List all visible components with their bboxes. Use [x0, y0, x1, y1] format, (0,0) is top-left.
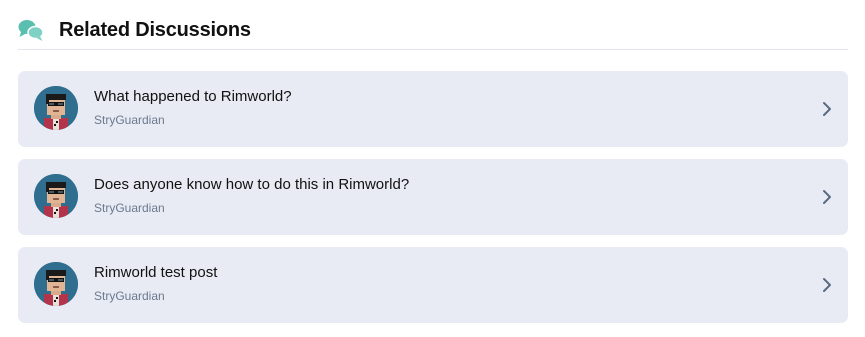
chat-bubbles-icon	[18, 17, 44, 43]
avatar	[34, 86, 78, 130]
discussion-author: StryGuardian	[94, 201, 165, 215]
discussion-list: What happened to Rimworld? StryGuardian	[18, 71, 848, 335]
chevron-right-icon	[820, 275, 834, 295]
discussion-author: StryGuardian	[94, 113, 165, 127]
discussion-item[interactable]: Rimworld test post StryGuardian	[18, 247, 848, 323]
avatar	[34, 262, 78, 306]
chevron-right-icon	[820, 99, 834, 119]
discussion-author: StryGuardian	[94, 289, 165, 303]
discussion-item[interactable]: What happened to Rimworld? StryGuardian	[18, 71, 848, 147]
chevron-right-icon	[820, 187, 834, 207]
section-title: Related Discussions	[59, 18, 251, 41]
discussion-title[interactable]: Rimworld test post	[94, 263, 788, 283]
discussion-title[interactable]: What happened to Rimworld?	[94, 87, 788, 107]
related-discussions-header: Related Discussions	[18, 10, 848, 50]
avatar	[34, 174, 78, 218]
discussion-item[interactable]: Does anyone know how to do this in Rimwo…	[18, 159, 848, 235]
discussion-title[interactable]: Does anyone know how to do this in Rimwo…	[94, 175, 788, 195]
header-divider	[18, 49, 848, 50]
